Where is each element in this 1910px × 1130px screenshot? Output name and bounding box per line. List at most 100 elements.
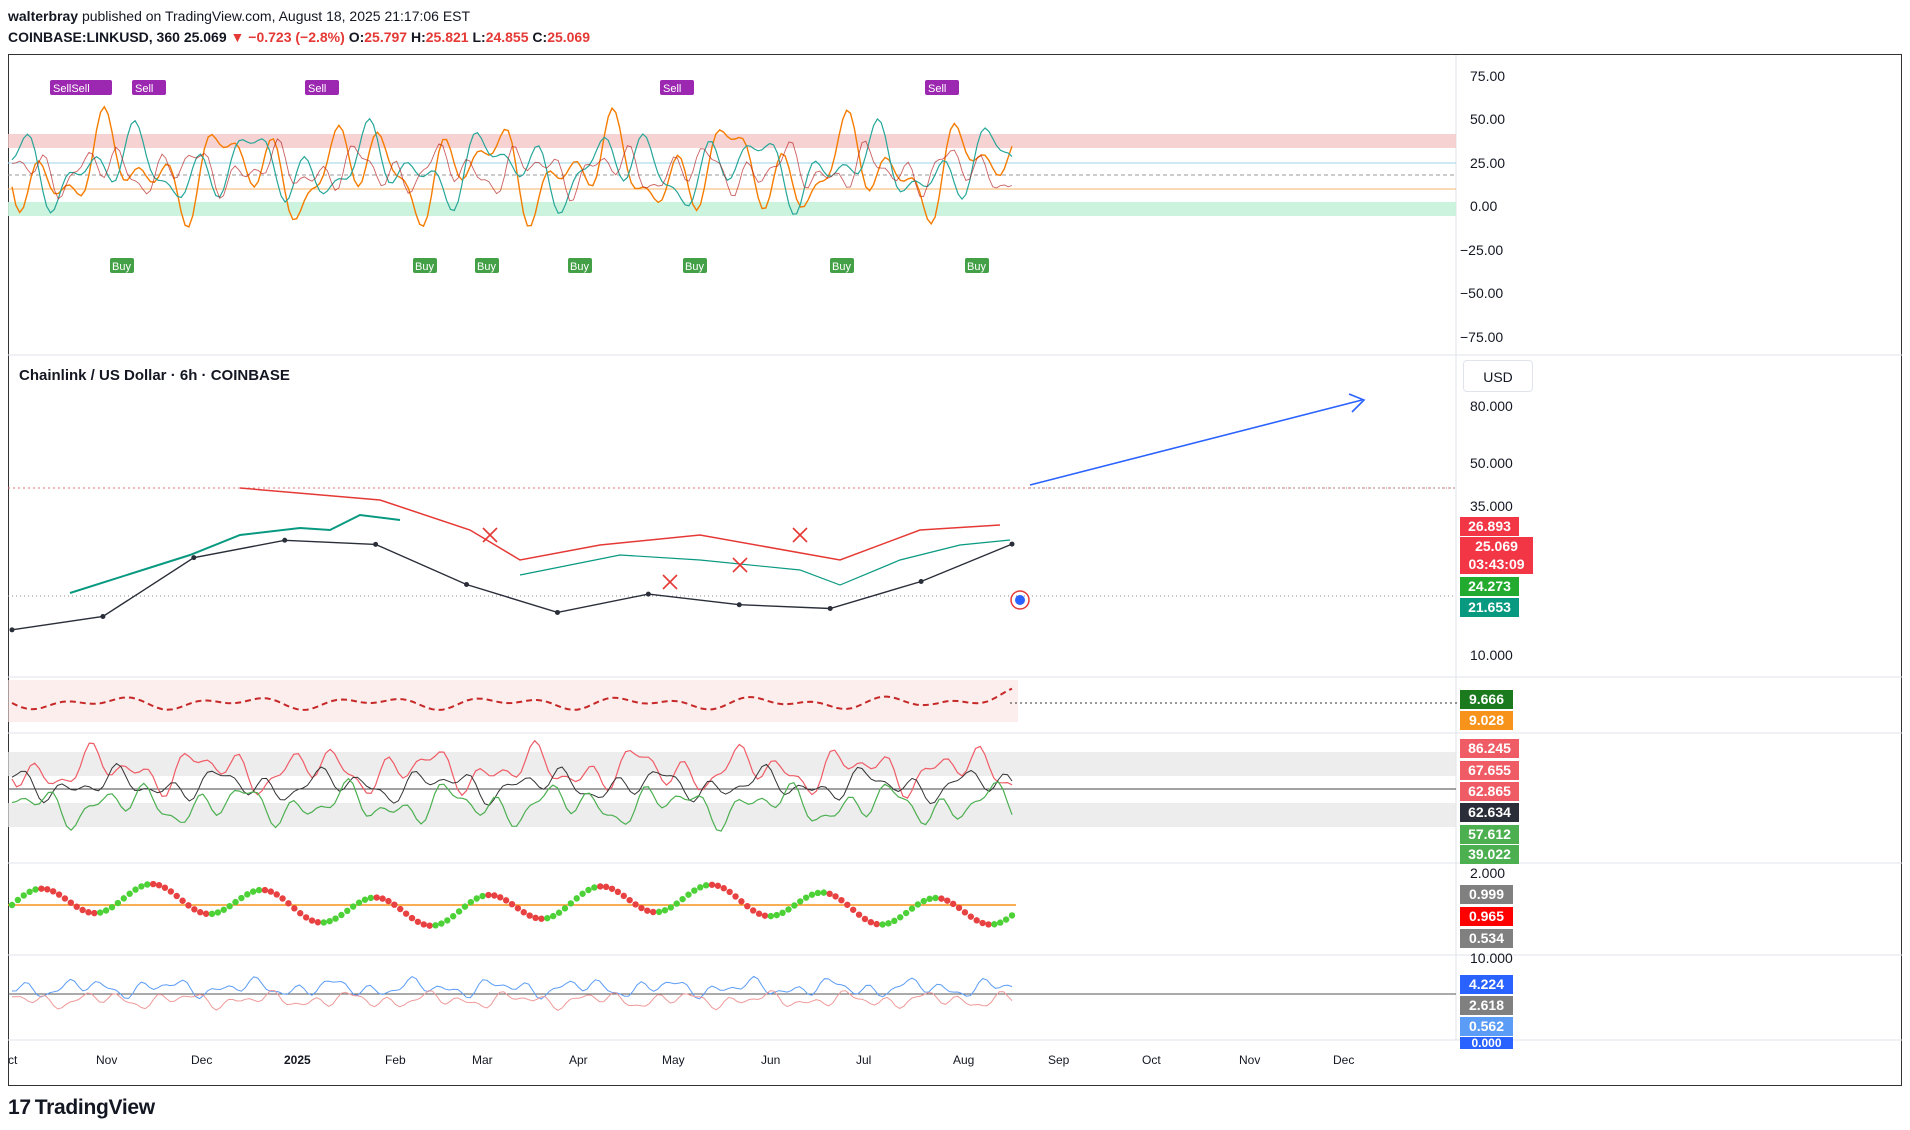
overbought-band [8,134,1456,148]
pane4-tag: 86.245 [1460,739,1519,758]
xaxis-label: Mar [472,1053,493,1067]
pane5-dot [514,905,522,912]
pane5-dot [102,907,110,914]
pane5-dot [144,881,151,888]
sell-signal-label: SellSell [53,83,90,95]
pane6-ytick: 10.000 [1470,950,1513,966]
pane5-dot [132,886,139,893]
pane5-dot [608,885,616,892]
main-pane-title: Chainlink / US Dollar · 6h · COINBASE [19,367,290,384]
pane5-dot [73,903,80,910]
buy-signal-label: Buy [570,261,589,273]
osc-slow-line [11,117,1013,215]
pane5-dot [867,918,875,926]
pane5-dot [538,915,545,922]
pane5-dot [485,891,492,899]
pane5-dot [944,897,951,904]
pane5-dot [767,912,775,920]
pane5-dot [126,890,133,897]
pane5-dot [749,907,757,914]
pane5-dot [191,906,198,913]
pane5-dot [579,890,586,897]
pane5-dot [202,910,210,917]
pane5-dot [755,910,763,917]
pane5-dot [1008,912,1016,919]
trendline-green [69,513,401,594]
pane5-dot [602,883,610,891]
pane5-dot [797,898,804,905]
pane5-dot [326,917,333,925]
buy-signal-label: Buy [477,261,496,273]
sell-signal-label: Sell [308,83,326,95]
pane5-dot [114,899,122,907]
buy-signal-label: Buy [685,261,704,273]
pane5-dot [26,888,33,896]
pane5-dot [397,905,404,913]
pane5-dot [873,920,880,928]
pane5-dot [332,915,339,922]
pane5-dot [291,905,298,912]
event-icon-core [1015,595,1025,605]
pane5-ytick: 2.000 [1470,865,1506,881]
pane5-dot [8,901,16,909]
pane5-dot [232,898,239,906]
pane5-dot [879,921,886,928]
pane5-dot [544,914,551,922]
pane5-dot [638,904,645,912]
pane5-dot [920,897,927,905]
price-annotations [69,487,1030,610]
chart-canvas[interactable]: SellSell Sell Sell Sell SellBuy Buy Buy Buy Buy B… [0,0,1910,1130]
pane5-tag: 0.965 [1460,907,1513,926]
countdown-tag: 03:43:09 [1460,555,1533,574]
price-tag: 21.653 [1460,598,1519,617]
price-tag: 24.273 [1460,577,1519,596]
pane5-dot [714,882,722,889]
pane5-dot [473,895,480,902]
pane5-dot [902,909,910,917]
pane6-tag: 4.224 [1460,975,1513,994]
currency-button[interactable]: USD [1463,360,1533,392]
pane5-dot [491,892,498,899]
price-point [827,606,833,612]
pane5-dot [679,895,686,903]
pane5-dot [926,895,933,903]
xaxis-label: Oct [1142,1053,1161,1067]
price-point [645,591,651,597]
pane5-dot [826,890,833,898]
pane5-dot [708,881,716,888]
pane5-tag: 0.999 [1460,885,1513,904]
pane5-dot [855,911,863,918]
pane5-dot [949,900,957,908]
pane5-dot [349,903,357,910]
pane6-tag: 2.618 [1460,996,1513,1015]
pane5-dot [44,886,51,893]
pane5-dot [267,888,275,895]
pane6-lower-line [12,990,1013,1011]
pane6-upper-line [11,975,1013,1000]
pane5-dot [508,900,516,908]
xaxis-label: Sep [1048,1053,1070,1067]
price-point [918,578,924,584]
pane5-dot [991,921,998,928]
xaxis-label: Nov [1239,1053,1261,1067]
pane5-dot [308,917,316,924]
tradingview-logo[interactable]: 17 TradingView [8,1096,155,1120]
pane5-dot [732,893,739,900]
price-point [373,541,379,547]
pane5-dot [555,909,563,916]
pane5-dot [379,895,386,902]
pane4-tag: 57.612 [1460,825,1519,844]
pane5-dot [367,894,375,902]
pane5-dot [426,922,433,929]
pane5-dot [914,901,922,908]
osc-ytick: 50.00 [1470,111,1506,127]
xaxis-label: 2025 [284,1053,311,1067]
pane5-dot [897,914,904,921]
pane5-dot [591,884,598,891]
pane5-dot [614,888,622,896]
projection-arrow[interactable] [1029,399,1363,486]
pane5-dot [808,891,816,898]
xaxis-label: ct [8,1053,18,1067]
pane5-dot [467,898,475,906]
pane5-dot [738,898,745,905]
